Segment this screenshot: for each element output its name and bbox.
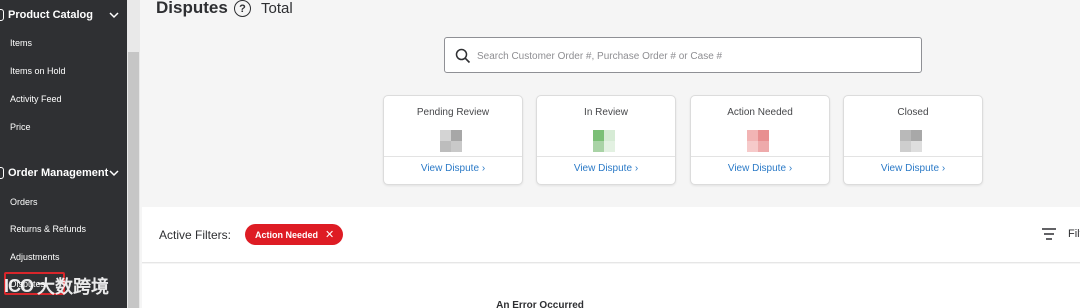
error-message: An Error Occurred	[496, 300, 584, 308]
status-card-closed[interactable]: Closed View Dispute ›	[843, 95, 983, 185]
chevron-down-icon[interactable]	[107, 8, 121, 22]
active-filters-label: Active Filters:	[159, 228, 232, 242]
status-card-in-review[interactable]: In Review View Dispute ›	[536, 95, 676, 185]
chevron-down-icon[interactable]	[107, 166, 121, 180]
sidebar-section-product-catalog[interactable]: Product Catalog	[0, 3, 127, 27]
mosaic-cell	[758, 130, 769, 141]
chevron-right-icon: ›	[788, 163, 793, 174]
filter-menu-label[interactable]: Filt	[1068, 228, 1080, 240]
mosaic-cell	[758, 141, 769, 152]
chevron-right-icon: ›	[634, 163, 639, 174]
sidebar-section-order-management[interactable]: Order Management	[0, 161, 127, 185]
sidebar-item-returns-refunds[interactable]: Returns & Refunds	[10, 224, 86, 234]
mosaic-cell	[604, 130, 615, 141]
filter-chip-label: Action Needed	[255, 229, 319, 240]
sidebar: Product Catalog Items Items on Hold Acti…	[0, 0, 140, 308]
card-title: Closed	[897, 107, 929, 118]
sidebar-item-orders[interactable]: Orders	[10, 197, 38, 207]
sidebar-section-label: Order Management	[8, 167, 109, 179]
view-dispute-link[interactable]: View Dispute ›	[691, 163, 829, 174]
sidebar-item-items[interactable]: Items	[10, 38, 32, 48]
status-count-icon	[593, 130, 615, 152]
mosaic-cell	[911, 130, 922, 141]
mosaic-cell	[604, 141, 615, 152]
filter-chip-action-needed[interactable]: Action Needed ✕	[245, 224, 344, 245]
mosaic-cell	[900, 130, 911, 141]
search-box[interactable]	[444, 37, 922, 73]
sidebar-item-price[interactable]: Price	[10, 122, 31, 132]
sidebar-item-adjustments[interactable]: Adjustments	[10, 252, 60, 262]
card-divider	[537, 156, 675, 157]
sidebar-item-activity-feed[interactable]: Activity Feed	[10, 94, 62, 104]
sidebar-section-label: Product Catalog	[8, 9, 93, 21]
mosaic-cell	[451, 130, 462, 141]
mosaic-cell	[593, 141, 604, 152]
status-card-action-needed[interactable]: Action Needed View Dispute ›	[690, 95, 830, 185]
section-icon	[0, 9, 4, 21]
chevron-right-icon: ›	[941, 163, 946, 174]
help-icon[interactable]: ?	[234, 0, 251, 17]
sidebar-item-items-on-hold[interactable]: Items on Hold	[10, 66, 66, 76]
filter-icon[interactable]	[1042, 228, 1056, 240]
mosaic-cell	[911, 141, 922, 152]
error-container: An Error Occurred	[0, 264, 1080, 308]
active-filters-bar: Active Filters: Action Needed ✕ Filt	[142, 207, 1080, 263]
search-icon	[455, 48, 471, 64]
search-input[interactable]	[477, 46, 907, 66]
view-dispute-link[interactable]: View Dispute ›	[384, 163, 522, 174]
status-count-icon	[747, 130, 769, 152]
mosaic-cell	[747, 130, 758, 141]
mosaic-cell	[900, 141, 911, 152]
close-icon[interactable]: ✕	[325, 228, 334, 241]
status-count-icon	[440, 130, 462, 152]
section-icon	[0, 167, 4, 179]
mosaic-cell	[593, 130, 604, 141]
page-title: Disputes	[156, 0, 228, 17]
card-title: In Review	[584, 107, 628, 118]
total-label: Total	[261, 0, 293, 17]
mosaic-cell	[451, 141, 462, 152]
view-dispute-link[interactable]: View Dispute ›	[844, 163, 982, 174]
view-dispute-link[interactable]: View Dispute ›	[537, 163, 675, 174]
card-divider	[844, 156, 982, 157]
mosaic-cell	[440, 130, 451, 141]
card-title: Action Needed	[727, 107, 793, 118]
mosaic-cell	[440, 141, 451, 152]
chevron-right-icon: ›	[481, 163, 486, 174]
card-divider	[691, 156, 829, 157]
status-card-pending-review[interactable]: Pending Review View Dispute ›	[383, 95, 523, 185]
card-divider	[384, 156, 522, 157]
card-title: Pending Review	[416, 107, 490, 118]
mosaic-cell	[747, 141, 758, 152]
status-count-icon	[900, 130, 922, 152]
